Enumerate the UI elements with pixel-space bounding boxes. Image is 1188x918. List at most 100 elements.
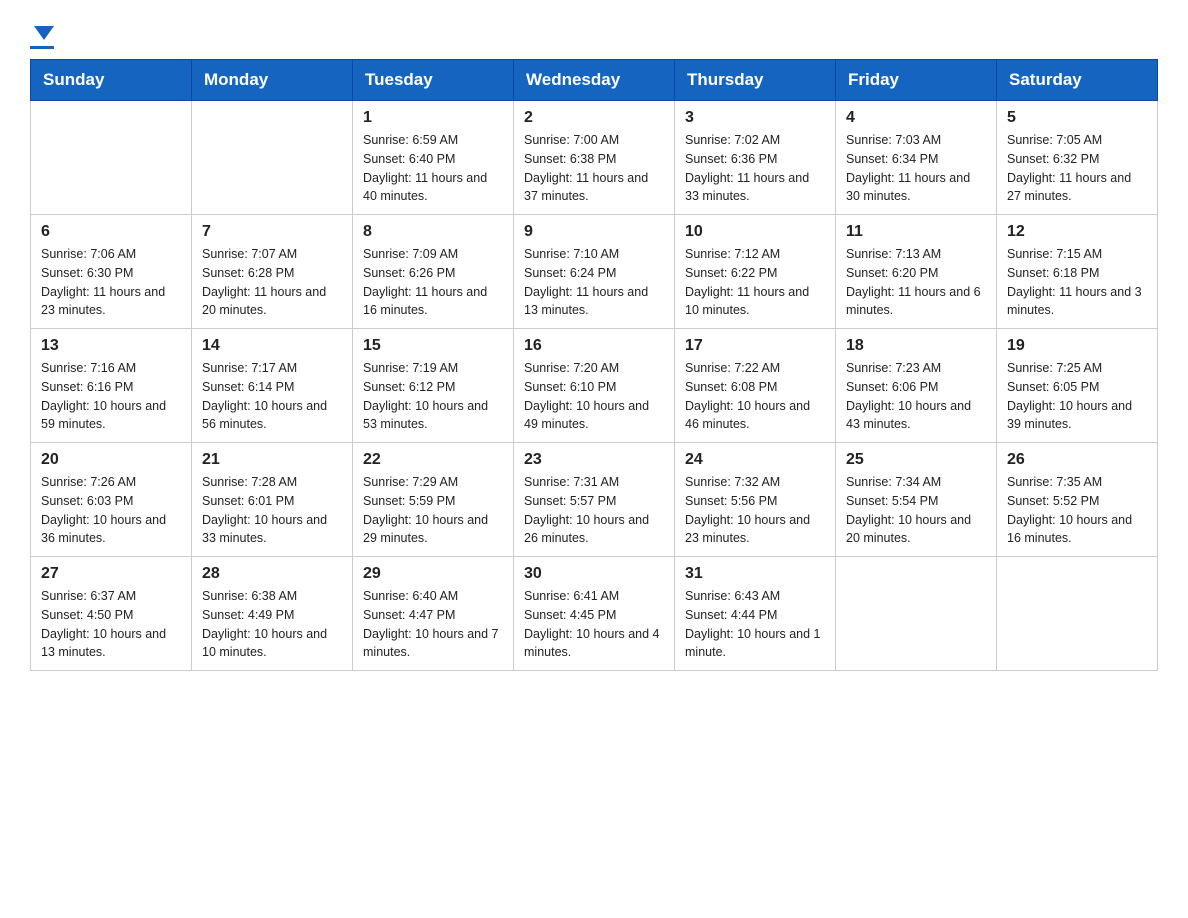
calendar-cell: 21 Sunrise: 7:28 AMSunset: 6:01 PMDayligh… [192, 443, 353, 557]
day-info: Sunrise: 7:25 AMSunset: 6:05 PMDaylight:… [1007, 359, 1147, 434]
calendar-cell: 7 Sunrise: 7:07 AMSunset: 6:28 PMDaylight… [192, 215, 353, 329]
day-number: 12 [1007, 223, 1147, 241]
day-number: 31 [685, 565, 825, 583]
day-number: 4 [846, 109, 986, 127]
day-info: Sunrise: 7:10 AMSunset: 6:24 PMDaylight:… [524, 245, 664, 320]
weekday-header-thursday: Thursday [675, 60, 836, 101]
calendar-cell [997, 557, 1158, 671]
day-number: 15 [363, 337, 503, 355]
calendar-cell: 1 Sunrise: 6:59 AMSunset: 6:40 PMDaylight… [353, 101, 514, 215]
page-header [30, 20, 1158, 49]
calendar-cell: 16 Sunrise: 7:20 AMSunset: 6:10 PMDayligh… [514, 329, 675, 443]
day-number: 5 [1007, 109, 1147, 127]
day-number: 16 [524, 337, 664, 355]
weekday-header-friday: Friday [836, 60, 997, 101]
day-info: Sunrise: 6:59 AMSunset: 6:40 PMDaylight:… [363, 131, 503, 206]
day-info: Sunrise: 7:22 AMSunset: 6:08 PMDaylight:… [685, 359, 825, 434]
day-number: 9 [524, 223, 664, 241]
day-info: Sunrise: 7:03 AMSunset: 6:34 PMDaylight:… [846, 131, 986, 206]
day-number: 29 [363, 565, 503, 583]
calendar-week-1: 1 Sunrise: 6:59 AMSunset: 6:40 PMDaylight… [31, 101, 1158, 215]
day-info: Sunrise: 7:28 AMSunset: 6:01 PMDaylight:… [202, 473, 342, 548]
calendar-cell: 8 Sunrise: 7:09 AMSunset: 6:26 PMDaylight… [353, 215, 514, 329]
day-number: 3 [685, 109, 825, 127]
weekday-header-wednesday: Wednesday [514, 60, 675, 101]
day-info: Sunrise: 7:17 AMSunset: 6:14 PMDaylight:… [202, 359, 342, 434]
calendar-cell: 30Sunrise: 6:41 AMSunset: 4:45 PMDayligh… [514, 557, 675, 671]
day-number: 7 [202, 223, 342, 241]
calendar-cell: 20Sunrise: 7:26 AMSunset: 6:03 PMDayligh… [31, 443, 192, 557]
day-number: 30 [524, 565, 664, 583]
day-number: 1 [363, 109, 503, 127]
calendar-cell: 18Sunrise: 7:23 AMSunset: 6:06 PMDayligh… [836, 329, 997, 443]
calendar-cell [192, 101, 353, 215]
day-info: Sunrise: 6:37 AMSunset: 4:50 PMDaylight:… [41, 587, 181, 662]
calendar-cell: 14 Sunrise: 7:17 AMSunset: 6:14 PMDayligh… [192, 329, 353, 443]
calendar-cell: 25 Sunrise: 7:34 AMSunset: 5:54 PMDayligh… [836, 443, 997, 557]
day-number: 6 [41, 223, 181, 241]
calendar-cell: 24Sunrise: 7:32 AMSunset: 5:56 PMDayligh… [675, 443, 836, 557]
day-info: Sunrise: 6:38 AMSunset: 4:49 PMDaylight:… [202, 587, 342, 662]
calendar-header: SundayMondayTuesdayWednesdayThursdayFrid… [31, 60, 1158, 101]
calendar-cell: 31 Sunrise: 6:43 AMSunset: 4:44 PMDayligh… [675, 557, 836, 671]
calendar-cell [836, 557, 997, 671]
calendar-cell: 13 Sunrise: 7:16 AMSunset: 6:16 PMDayligh… [31, 329, 192, 443]
calendar-cell: 22Sunrise: 7:29 AMSunset: 5:59 PMDayligh… [353, 443, 514, 557]
calendar-cell: 6 Sunrise: 7:06 AMSunset: 6:30 PMDaylight… [31, 215, 192, 329]
day-number: 21 [202, 451, 342, 469]
day-info: Sunrise: 7:20 AMSunset: 6:10 PMDaylight:… [524, 359, 664, 434]
calendar-cell: 23 Sunrise: 7:31 AMSunset: 5:57 PMDayligh… [514, 443, 675, 557]
logo-underline [30, 46, 54, 49]
calendar-week-2: 6 Sunrise: 7:06 AMSunset: 6:30 PMDaylight… [31, 215, 1158, 329]
day-info: Sunrise: 7:09 AMSunset: 6:26 PMDaylight:… [363, 245, 503, 320]
calendar-cell: 3 Sunrise: 7:02 AMSunset: 6:36 PMDaylight… [675, 101, 836, 215]
calendar-week-5: 27 Sunrise: 6:37 AMSunset: 4:50 PMDayligh… [31, 557, 1158, 671]
day-number: 28 [202, 565, 342, 583]
day-info: Sunrise: 7:35 AMSunset: 5:52 PMDaylight:… [1007, 473, 1147, 548]
calendar-cell: 26 Sunrise: 7:35 AMSunset: 5:52 PMDayligh… [997, 443, 1158, 557]
day-info: Sunrise: 7:12 AMSunset: 6:22 PMDaylight:… [685, 245, 825, 320]
day-number: 13 [41, 337, 181, 355]
calendar-cell: 17 Sunrise: 7:22 AMSunset: 6:08 PMDayligh… [675, 329, 836, 443]
day-info: Sunrise: 7:16 AMSunset: 6:16 PMDaylight:… [41, 359, 181, 434]
day-number: 25 [846, 451, 986, 469]
day-number: 22 [363, 451, 503, 469]
calendar-cell: 27 Sunrise: 6:37 AMSunset: 4:50 PMDayligh… [31, 557, 192, 671]
day-number: 2 [524, 109, 664, 127]
calendar-table: SundayMondayTuesdayWednesdayThursdayFrid… [30, 59, 1158, 671]
day-number: 20 [41, 451, 181, 469]
logo [30, 30, 54, 49]
day-number: 26 [1007, 451, 1147, 469]
day-info: Sunrise: 7:34 AMSunset: 5:54 PMDaylight:… [846, 473, 986, 548]
calendar-cell: 12Sunrise: 7:15 AMSunset: 6:18 PMDayligh… [997, 215, 1158, 329]
day-info: Sunrise: 7:07 AMSunset: 6:28 PMDaylight:… [202, 245, 342, 320]
calendar-cell: 29 Sunrise: 6:40 AMSunset: 4:47 PMDayligh… [353, 557, 514, 671]
day-info: Sunrise: 6:43 AMSunset: 4:44 PMDaylight:… [685, 587, 825, 662]
logo-triangle-icon [34, 26, 54, 40]
weekday-header-saturday: Saturday [997, 60, 1158, 101]
day-info: Sunrise: 7:31 AMSunset: 5:57 PMDaylight:… [524, 473, 664, 548]
day-number: 17 [685, 337, 825, 355]
day-info: Sunrise: 7:32 AMSunset: 5:56 PMDaylight:… [685, 473, 825, 548]
day-number: 10 [685, 223, 825, 241]
weekday-header-monday: Monday [192, 60, 353, 101]
day-number: 18 [846, 337, 986, 355]
calendar-week-4: 20Sunrise: 7:26 AMSunset: 6:03 PMDayligh… [31, 443, 1158, 557]
day-number: 27 [41, 565, 181, 583]
day-info: Sunrise: 7:13 AMSunset: 6:20 PMDaylight:… [846, 245, 986, 320]
day-info: Sunrise: 7:00 AMSunset: 6:38 PMDaylight:… [524, 131, 664, 206]
day-info: Sunrise: 7:02 AMSunset: 6:36 PMDaylight:… [685, 131, 825, 206]
day-number: 23 [524, 451, 664, 469]
calendar-cell: 28 Sunrise: 6:38 AMSunset: 4:49 PMDayligh… [192, 557, 353, 671]
calendar-cell: 11Sunrise: 7:13 AMSunset: 6:20 PMDayligh… [836, 215, 997, 329]
day-info: Sunrise: 7:06 AMSunset: 6:30 PMDaylight:… [41, 245, 181, 320]
calendar-cell: 4 Sunrise: 7:03 AMSunset: 6:34 PMDaylight… [836, 101, 997, 215]
calendar-cell [31, 101, 192, 215]
day-number: 19 [1007, 337, 1147, 355]
calendar-cell: 10 Sunrise: 7:12 AMSunset: 6:22 PMDayligh… [675, 215, 836, 329]
day-number: 14 [202, 337, 342, 355]
calendar-cell: 19 Sunrise: 7:25 AMSunset: 6:05 PMDayligh… [997, 329, 1158, 443]
weekday-header-tuesday: Tuesday [353, 60, 514, 101]
day-info: Sunrise: 6:40 AMSunset: 4:47 PMDaylight:… [363, 587, 503, 662]
day-number: 8 [363, 223, 503, 241]
